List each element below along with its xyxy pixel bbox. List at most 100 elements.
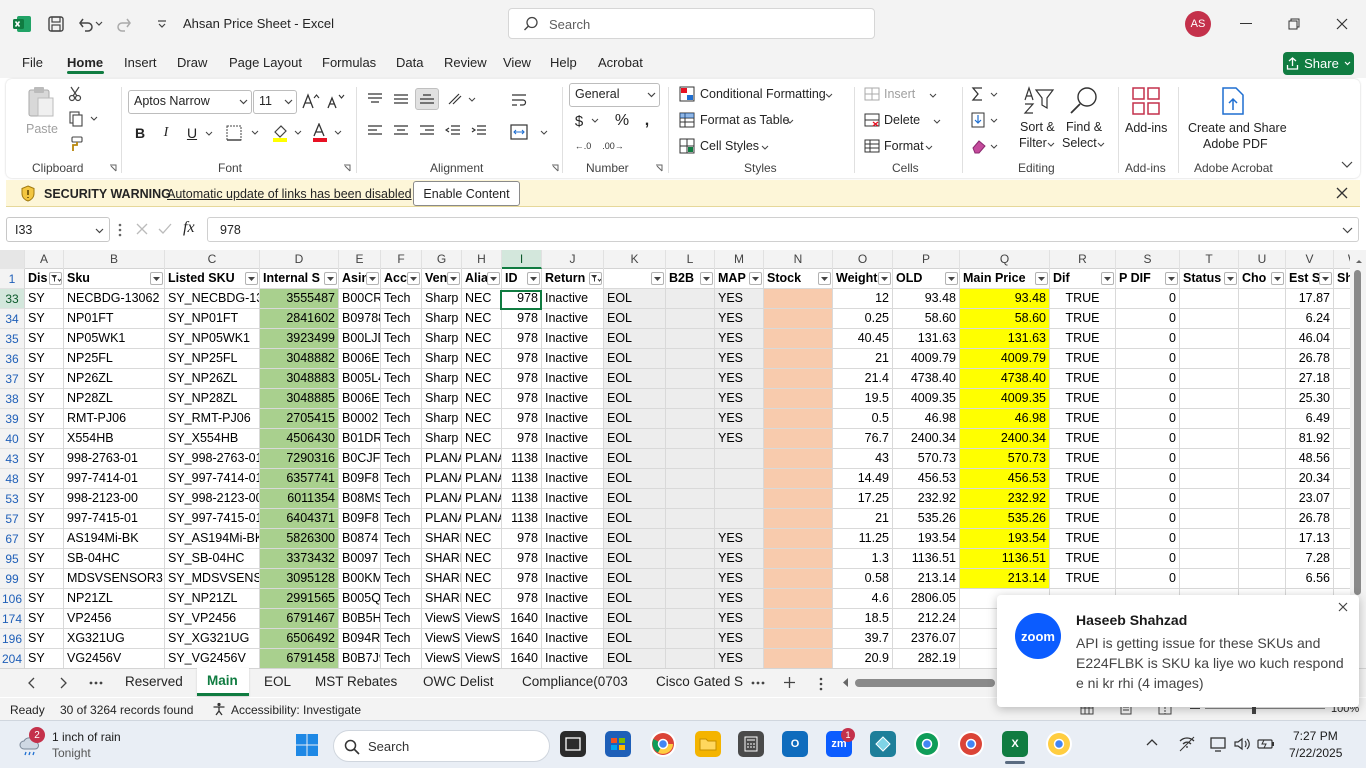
table-cell[interactable]: EOL xyxy=(604,449,666,469)
table-cell[interactable]: 282.19 xyxy=(893,649,960,668)
table-cell[interactable]: YES xyxy=(715,649,764,668)
more-sheets-left-icon[interactable] xyxy=(89,681,103,685)
table-cell[interactable]: EOL xyxy=(604,289,666,309)
sheet-tab-compliance[interactable]: Compliance(0703 xyxy=(522,674,628,689)
table-cell[interactable]: 7.28 xyxy=(1286,549,1334,569)
table-cell[interactable]: EOL xyxy=(604,529,666,549)
table-cell[interactable]: YES xyxy=(715,549,764,569)
table-cell[interactable]: SHARP xyxy=(422,589,462,609)
increase-indent-icon[interactable] xyxy=(470,123,488,139)
table-cell[interactable]: SY xyxy=(25,289,64,309)
table-cell[interactable]: YES xyxy=(715,529,764,549)
search-box[interactable]: Search xyxy=(508,8,875,39)
table-cell[interactable]: Sharp xyxy=(422,409,462,429)
font-name-dropdown-icon[interactable] xyxy=(238,97,248,107)
table-cell[interactable]: SY xyxy=(25,609,64,629)
table-cell[interactable] xyxy=(764,629,833,649)
sort-filter-label-1[interactable]: Sort & xyxy=(1020,120,1055,134)
table-cell[interactable]: NEC xyxy=(462,369,502,389)
table-cell[interactable]: 0. xyxy=(1334,389,1350,409)
table-cell[interactable]: Inactive xyxy=(542,289,604,309)
row-header[interactable]: 40 xyxy=(0,429,25,449)
restore-icon[interactable] xyxy=(1279,10,1309,38)
table-cell[interactable]: 131.63 xyxy=(960,329,1050,349)
vpn-app-icon[interactable] xyxy=(870,731,896,757)
table-cell[interactable]: SY_NECBDG-13 xyxy=(165,289,260,309)
table-cell[interactable]: YES xyxy=(715,569,764,589)
sheet-tab-main[interactable]: Main xyxy=(207,673,238,688)
table-cell[interactable]: 0 xyxy=(1116,429,1180,449)
horizontal-scroll-thumb[interactable] xyxy=(855,679,995,687)
table-cell[interactable]: 0 xyxy=(1116,569,1180,589)
row-header[interactable]: 43 xyxy=(0,449,25,469)
table-cell[interactable]: B005L4 xyxy=(339,369,381,389)
column-header-m[interactable]: M xyxy=(715,250,764,269)
horizontal-scroll-left-icon[interactable] xyxy=(843,678,849,687)
table-cell[interactable]: RMT-PJ06 xyxy=(64,409,165,429)
scroll-up-icon[interactable] xyxy=(1355,258,1363,264)
table-cell[interactable]: 212.24 xyxy=(893,609,960,629)
table-cell[interactable] xyxy=(764,389,833,409)
create-pdf-label-2[interactable]: Adobe PDF xyxy=(1203,137,1268,151)
table-cell[interactable] xyxy=(666,569,715,589)
table-cell[interactable]: 2705415 xyxy=(260,409,339,429)
table-cell[interactable]: 3373432 xyxy=(260,549,339,569)
scroll-tabs-right-icon[interactable] xyxy=(60,677,68,689)
sort-filter-label-2[interactable]: Filter xyxy=(1019,136,1047,150)
table-cell[interactable] xyxy=(764,349,833,369)
row-header[interactable]: 35 xyxy=(0,329,25,349)
table-cell[interactable]: 0 xyxy=(1116,529,1180,549)
table-cell[interactable] xyxy=(764,289,833,309)
table-cell[interactable]: Tech xyxy=(381,589,422,609)
table-cell[interactable]: B0002 xyxy=(339,409,381,429)
table-cell[interactable]: Sharp xyxy=(422,389,462,409)
table-cell[interactable]: PLANA xyxy=(462,489,502,509)
close-notification-icon[interactable] xyxy=(1338,602,1348,612)
chrome-profile-2-icon[interactable] xyxy=(914,731,940,757)
column-header-w[interactable]: W xyxy=(1334,250,1350,269)
table-cell[interactable]: 4738.40 xyxy=(960,369,1050,389)
table-cell[interactable]: EOL xyxy=(604,609,666,629)
table-cell[interactable]: 0. xyxy=(1334,369,1350,389)
table-cell[interactable]: 4009.35 xyxy=(960,389,1050,409)
table-cell[interactable]: Inactive xyxy=(542,489,604,509)
table-cell[interactable]: SY_XG321UG xyxy=(165,629,260,649)
format-as-table-label[interactable]: Format as Table xyxy=(700,113,789,127)
table-cell[interactable]: B09F8 xyxy=(339,509,381,529)
cell-styles-dropdown-icon[interactable] xyxy=(760,143,770,151)
filter-dropdown-icon[interactable] xyxy=(1101,272,1114,285)
tray-chevron-icon[interactable] xyxy=(1146,738,1158,746)
table-cell[interactable]: 4506430 xyxy=(260,429,339,449)
table-cell[interactable] xyxy=(1180,489,1239,509)
table-cell[interactable]: 232.92 xyxy=(960,489,1050,509)
table-cell[interactable]: 6.24 xyxy=(1286,309,1334,329)
table-cell[interactable] xyxy=(1239,509,1286,529)
table-cell[interactable]: Inactive xyxy=(542,629,604,649)
table-cell[interactable]: 17. xyxy=(1334,529,1350,549)
table-cell[interactable]: 1136.51 xyxy=(960,549,1050,569)
table-cell[interactable]: 0 xyxy=(1116,349,1180,369)
filter-dropdown-icon[interactable] xyxy=(749,272,762,285)
row-header[interactable]: 36 xyxy=(0,349,25,369)
table-cell[interactable]: SY xyxy=(25,629,64,649)
row-header[interactable]: 53 xyxy=(0,489,25,509)
table-cell[interactable] xyxy=(764,509,833,529)
table-cell[interactable]: 3555487 xyxy=(260,289,339,309)
table-cell[interactable] xyxy=(1239,469,1286,489)
file-explorer-icon[interactable] xyxy=(695,731,721,757)
table-cell[interactable]: 1138 xyxy=(502,469,542,489)
table-cell[interactable]: 978 xyxy=(502,569,542,589)
table-header-cell[interactable]: Dis xyxy=(25,269,64,289)
cell-styles-icon[interactable] xyxy=(678,137,696,155)
number-launcher-icon[interactable] xyxy=(654,163,664,173)
table-cell[interactable]: 2400.34 xyxy=(960,429,1050,449)
table-cell[interactable]: Inactive xyxy=(542,569,604,589)
table-cell[interactable]: B0B5H xyxy=(339,609,381,629)
table-cell[interactable]: 2806.05 xyxy=(893,589,960,609)
table-cell[interactable]: 4.6 xyxy=(833,589,893,609)
table-cell[interactable] xyxy=(1180,549,1239,569)
row-header[interactable]: 34 xyxy=(0,309,25,329)
table-cell[interactable]: 535.26 xyxy=(960,509,1050,529)
create-pdf-icon[interactable] xyxy=(1218,85,1248,117)
table-cell[interactable] xyxy=(764,489,833,509)
